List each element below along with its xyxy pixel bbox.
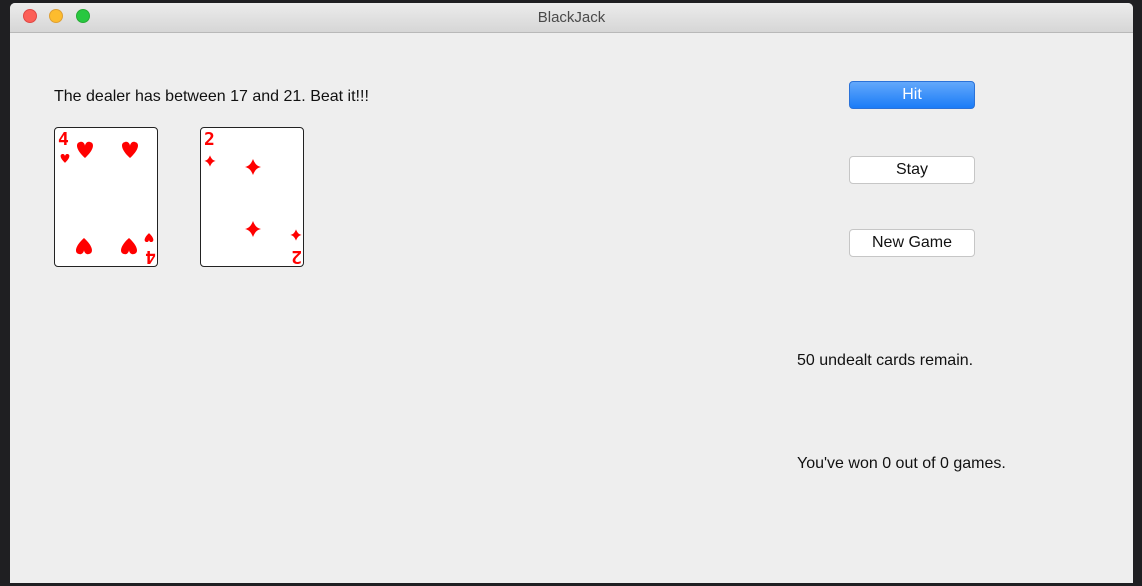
card-rank-bottom: 2 xyxy=(291,246,302,267)
window-title: BlackJack xyxy=(537,9,606,26)
diamond-icon xyxy=(204,155,216,167)
player-card-two-of-diamonds: 2 2 xyxy=(200,127,304,267)
cards-remaining-label: 50 undealt cards remain. xyxy=(797,352,974,369)
card-rank-top: 2 xyxy=(204,129,215,150)
blackjack-window: BlackJack The dealer has between 17 and … xyxy=(10,3,1133,583)
title-bar[interactable]: BlackJack xyxy=(10,3,1133,33)
card-rank-bottom: 4 xyxy=(145,246,156,267)
dealer-status-message: The dealer has between 17 and 21. Beat i… xyxy=(54,88,369,105)
heart-icon xyxy=(60,153,70,163)
diamond-icon xyxy=(290,229,302,241)
heart-icon xyxy=(121,238,137,255)
two-of-diamonds-face: 2 2 xyxy=(204,129,302,267)
heart-icon xyxy=(122,141,138,158)
player-card-four-of-hearts: 4 4 xyxy=(54,127,158,267)
heart-icon xyxy=(144,233,154,243)
stay-button[interactable]: Stay xyxy=(849,156,975,184)
score-label: You've won 0 out of 0 games. xyxy=(797,455,1006,472)
diamond-icon xyxy=(245,159,261,175)
diamond-icon xyxy=(245,221,261,237)
four-of-hearts-face: 4 4 xyxy=(58,129,156,267)
card-rank-top: 4 xyxy=(58,129,69,150)
heart-icon xyxy=(77,141,93,158)
hit-button[interactable]: Hit xyxy=(849,81,975,109)
heart-icon xyxy=(76,238,92,255)
new-game-button[interactable]: New Game xyxy=(849,229,975,257)
